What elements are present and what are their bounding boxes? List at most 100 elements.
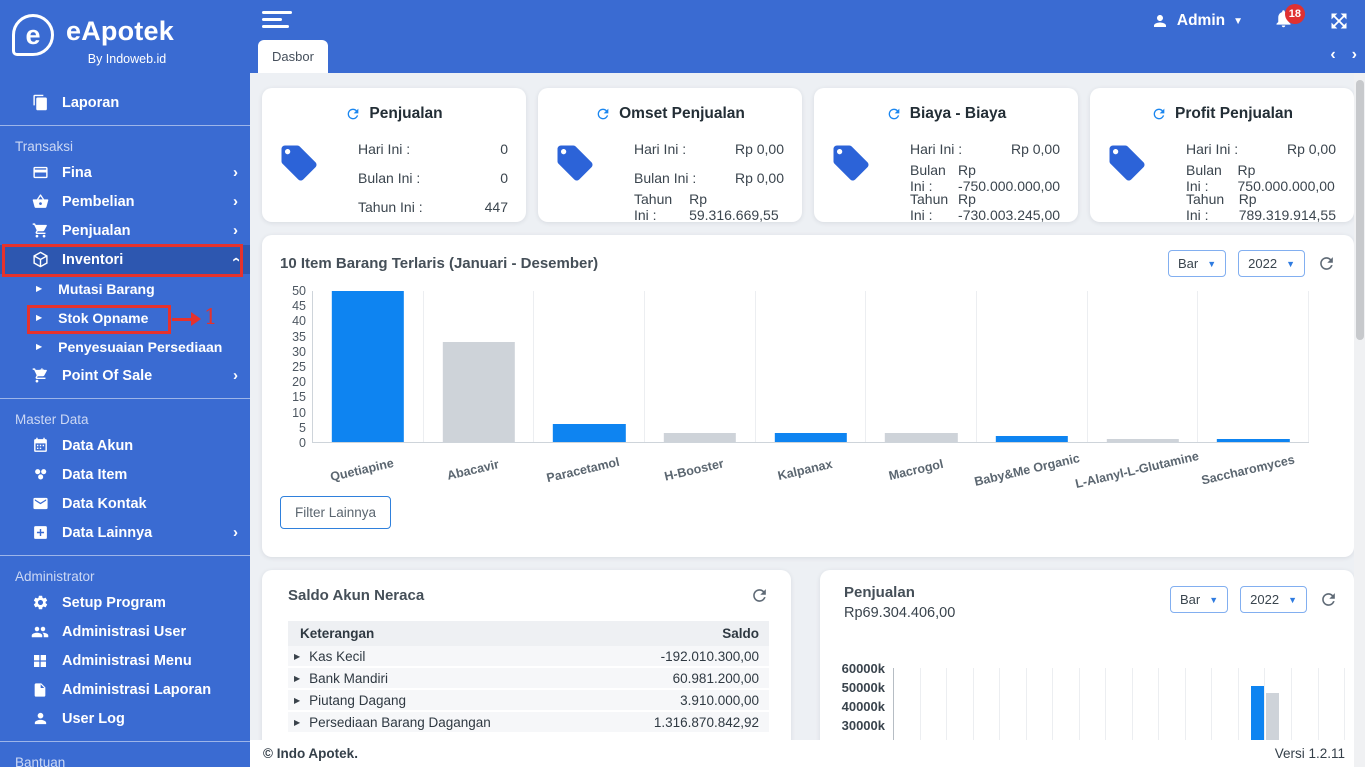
vertical-scrollbar[interactable] — [1354, 73, 1365, 767]
x-tick-label: Quetiapine — [329, 456, 395, 484]
saldo-table: KeteranganSaldo ▶Kas Kecil-192.010.300,0… — [288, 621, 769, 734]
top-items-chart-card: 10 Item Barang Terlaris (Januari - Desem… — [262, 235, 1354, 557]
bar-saccharomyces — [1217, 439, 1289, 442]
x-tick-label: Paracetamol — [546, 455, 622, 485]
divider — [0, 125, 250, 126]
tab-dasbor[interactable]: Dasbor — [258, 40, 328, 73]
divider — [0, 741, 250, 742]
cube-icon — [30, 251, 50, 268]
grid-icon — [30, 653, 50, 669]
sidebar-item-penjualan[interactable]: Penjualan› — [0, 216, 250, 245]
y-tick-label: 50000k — [838, 678, 893, 697]
table-header-row: KeteranganSaldo — [288, 621, 769, 646]
bar-baby-me-organic — [996, 436, 1068, 442]
annotation-arrow — [172, 318, 193, 321]
sidebar-item-user-log[interactable]: User Log — [0, 704, 250, 733]
annotation-arrowhead — [191, 312, 201, 326]
sidebar-item-administrasi-laporan[interactable]: Administrasi Laporan — [0, 675, 250, 704]
x-axis-labels: QuetiapineAbacavirParacetamolH-BoosterKa… — [312, 450, 1309, 494]
card-title: Saldo Akun Neraca — [288, 587, 424, 604]
stat-row: Hari Ini :0 — [358, 134, 508, 163]
notification-badge: 18 — [1285, 4, 1305, 24]
annotation-step-number: 1 — [204, 305, 217, 329]
tab-scroll-left-icon[interactable]: ‹ — [1330, 46, 1335, 64]
scrollbar-thumb[interactable] — [1356, 80, 1364, 340]
chart-column — [977, 291, 1088, 442]
caret-right-icon: ▶ — [36, 284, 42, 293]
plus-square-icon — [30, 524, 50, 541]
sidebar-item-mutasi-barang[interactable]: ▶ Mutasi Barang — [0, 274, 250, 303]
tag-icon — [830, 142, 872, 184]
cart-icon — [30, 222, 50, 239]
refresh-icon[interactable] — [1319, 590, 1338, 609]
tab-scroll-right-icon[interactable]: › — [1352, 46, 1357, 64]
calendar-grid-icon — [30, 437, 50, 454]
bar-l-alanyl-l-glutamine — [1106, 439, 1178, 442]
year-select[interactable]: 2022▼ — [1240, 586, 1307, 613]
table-row[interactable]: ▶Kas Kecil-192.010.300,00 — [288, 646, 769, 668]
table-row[interactable]: ▶Piutang Dagang3.910.000,00 — [288, 690, 769, 712]
refresh-icon[interactable] — [345, 106, 361, 122]
x-tick-label: Baby&Me Organic — [972, 451, 1080, 489]
caret-right-icon: ▶ — [36, 342, 42, 351]
chart-column — [313, 291, 424, 442]
user-name: Admin — [1177, 12, 1225, 30]
chevron-down-icon: ▼ — [1233, 16, 1243, 27]
sidebar-item-laporan[interactable]: Laporan — [0, 88, 250, 117]
chart-column — [645, 291, 756, 442]
y-tick-label: 10 — [292, 406, 306, 420]
bar-kalpanax — [774, 433, 846, 442]
items-cluster-icon — [30, 466, 50, 483]
sidebar-item-data-akun[interactable]: Data Akun — [0, 431, 250, 460]
sidebar-item-fina[interactable]: Fina› — [0, 158, 250, 187]
y-tick-label: 50 — [292, 284, 306, 298]
chart-column — [756, 291, 867, 442]
sidebar-toggle-button[interactable] — [262, 11, 296, 31]
bar-macrogol — [885, 433, 957, 442]
users-group-icon — [30, 623, 50, 641]
user-menu[interactable]: Admin ▼ — [1151, 12, 1243, 30]
year-select[interactable]: 2022▼ — [1238, 250, 1305, 277]
sidebar-item-administrasi-menu[interactable]: Administrasi Menu — [0, 646, 250, 675]
caret-right-icon: ▶ — [36, 313, 42, 322]
user-icon — [1151, 12, 1169, 30]
version-text: Versi 1.2.11 — [1275, 746, 1345, 761]
stat-card-profit-penjualan: Profit Penjualan Hari Ini :Rp 0,00 Bulan… — [1090, 88, 1354, 222]
x-tick-label: Kalpanax — [776, 457, 833, 483]
gear-icon — [30, 594, 50, 611]
divider — [0, 398, 250, 399]
table-row[interactable]: ▶Persediaan Barang Dagangan1.316.870.842… — [288, 712, 769, 734]
chart-type-select[interactable]: Bar▼ — [1168, 250, 1226, 277]
sidebar-item-pembelian[interactable]: Pembelian› — [0, 187, 250, 216]
sidebar-item-penyesuaian-persediaan[interactable]: ▶ Penyesuaian Persediaan — [0, 332, 250, 361]
chevron-down-icon: ▼ — [1288, 595, 1297, 605]
y-tick-label: 0 — [299, 436, 306, 450]
sidebar-item-data-lainnya[interactable]: Data Lainnya› — [0, 518, 250, 547]
fullscreen-button[interactable] — [1329, 11, 1349, 31]
table-row[interactable]: ▶Bank Mandiri60.981.200,00 — [288, 668, 769, 690]
bar-chart: 50454035302520151050 — [280, 291, 1309, 450]
refresh-icon[interactable] — [1151, 106, 1167, 122]
filter-lainnya-button[interactable]: Filter Lainnya — [280, 496, 391, 529]
chevron-right-icon: › — [233, 223, 238, 238]
chevron-right-icon: › — [233, 368, 238, 383]
sidebar-item-administrasi-user[interactable]: Administrasi User — [0, 617, 250, 646]
sidebar-item-data-kontak[interactable]: Data Kontak — [0, 489, 250, 518]
chart-title: 10 Item Barang Terlaris (Januari - Desem… — [280, 255, 598, 272]
sidebar-item-inventori[interactable]: Inventori› — [0, 245, 250, 274]
sidebar-item-point-of-sale[interactable]: Point Of Sale› — [0, 361, 250, 390]
refresh-icon[interactable] — [886, 106, 902, 122]
y-tick-label: 35 — [292, 330, 306, 344]
refresh-icon[interactable] — [595, 106, 611, 122]
section-title-bantuan: Bantuan — [0, 750, 250, 767]
eapotek-dashboard-screen: Admin ▼ 18 Dasbor ‹ › e eApotek By Indow… — [0, 0, 1365, 767]
refresh-icon[interactable] — [1317, 254, 1336, 273]
sidebar-item-setup-program[interactable]: Setup Program — [0, 588, 250, 617]
refresh-icon[interactable] — [750, 586, 769, 605]
notifications-button[interactable]: 18 — [1273, 8, 1299, 34]
x-tick-label: Abacavir — [445, 457, 500, 483]
stat-card-omset-penjualan: Omset Penjualan Hari Ini :Rp 0,00 Bulan … — [538, 88, 802, 222]
brand-name: eApotek — [66, 16, 174, 47]
sidebar-item-data-item[interactable]: Data Item — [0, 460, 250, 489]
chart-type-select[interactable]: Bar▼ — [1170, 586, 1228, 613]
